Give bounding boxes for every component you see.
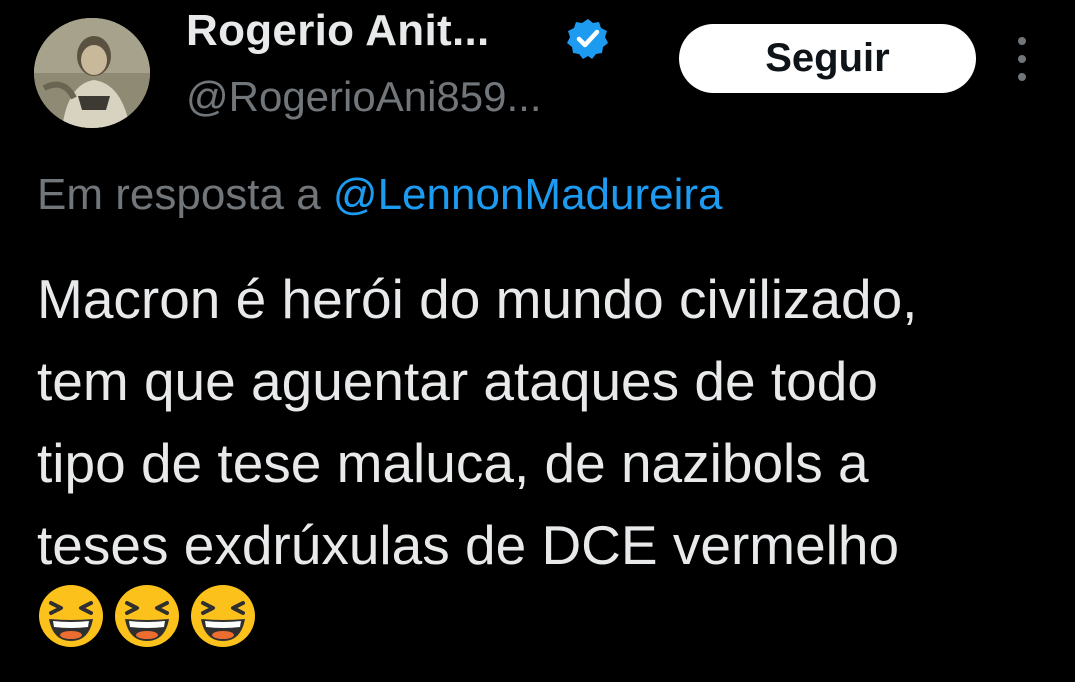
reply-mention-link[interactable]: @LennonMadureira bbox=[333, 170, 723, 219]
author-handle[interactable]: @RogerioAni859... bbox=[186, 73, 542, 121]
laughing-face-icon bbox=[113, 583, 181, 649]
tweet-text-line: teses exdrúxulas de DCE vermelho bbox=[37, 514, 900, 576]
author-display-name[interactable]: Rogerio Anit... bbox=[186, 6, 490, 56]
laughing-face-icon bbox=[37, 583, 105, 649]
tweet-text-line: tem que aguentar ataques de todo bbox=[37, 350, 878, 412]
avatar-photo bbox=[34, 18, 150, 128]
tweet-text: Macron é herói do mundo civilizado, tem … bbox=[37, 258, 1067, 586]
tweet-card: Rogerio Anit... @RogerioAni859... Seguir… bbox=[0, 0, 1075, 682]
reply-prefix: Em resposta a bbox=[37, 170, 321, 219]
more-dot bbox=[1018, 37, 1026, 45]
tweet-text-line: Macron é herói do mundo civilizado, bbox=[37, 268, 918, 330]
avatar[interactable] bbox=[34, 18, 150, 128]
reply-context: Em resposta a @LennonMadureira bbox=[37, 170, 723, 220]
follow-button[interactable]: Seguir bbox=[679, 24, 976, 93]
tweet-text-line: tipo de tese maluca, de nazibols a bbox=[37, 432, 869, 494]
more-vertical-icon[interactable] bbox=[1004, 37, 1040, 81]
more-dot bbox=[1018, 55, 1026, 63]
emoji-row bbox=[37, 583, 257, 649]
more-dot bbox=[1018, 73, 1026, 81]
laughing-face-icon bbox=[189, 583, 257, 649]
verified-badge-icon bbox=[566, 17, 610, 61]
